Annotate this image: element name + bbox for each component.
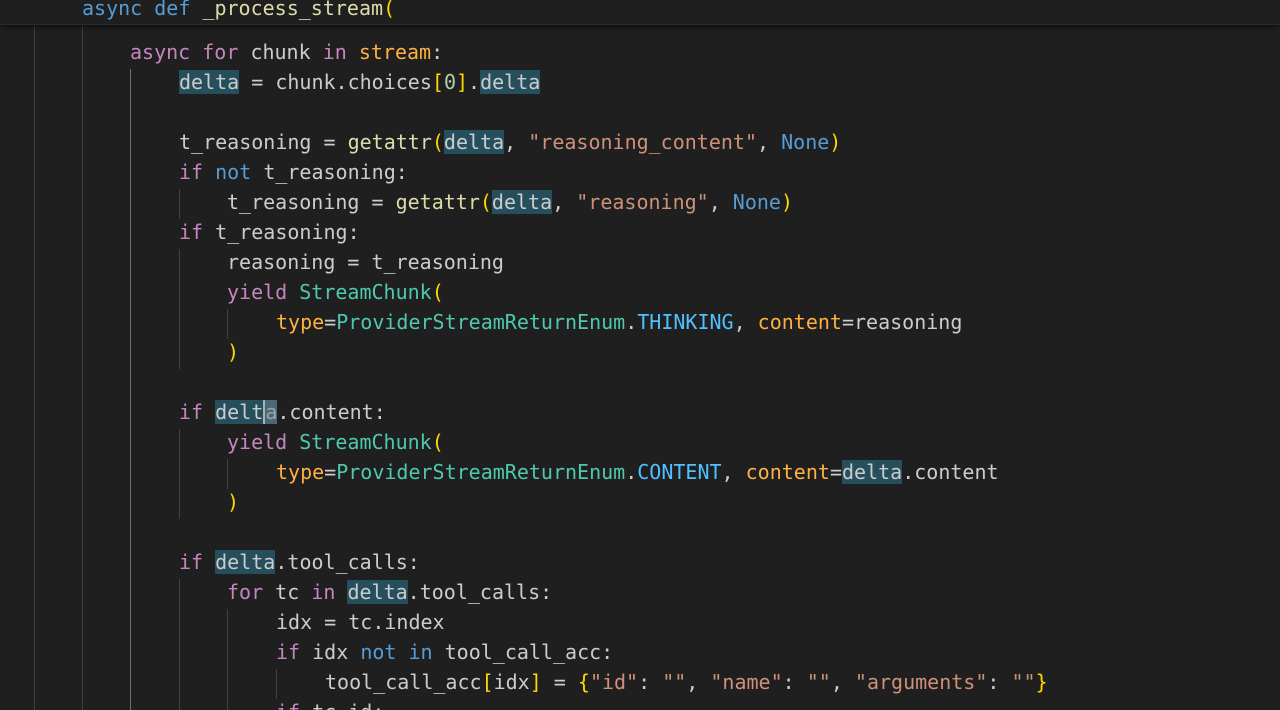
- keyword-not: not: [360, 640, 397, 664]
- string-literal: "": [1011, 670, 1036, 694]
- code-line[interactable]: if not t_reasoning:: [179, 157, 408, 187]
- code-line[interactable]: delta = chunk.choices[0].delta: [179, 67, 541, 97]
- string-literal: "arguments": [854, 670, 988, 694]
- indent-guide: [179, 189, 180, 219]
- keyword-if: if: [179, 220, 204, 244]
- indent-guide: [179, 429, 180, 519]
- keyword-yield: yield: [227, 430, 288, 454]
- variable-delta: delta: [443, 130, 505, 154]
- string-literal: "": [662, 670, 687, 694]
- open-paren: (: [383, 0, 396, 20]
- keyword-async: async: [82, 0, 143, 20]
- code-line[interactable]: reasoning = t_reasoning: [227, 247, 504, 277]
- indent-guide: [34, 24, 35, 710]
- class-enum: ProviderStreamReturnEnum: [336, 310, 626, 334]
- keyword-def: def: [154, 0, 191, 20]
- string-literal: "id": [589, 670, 639, 694]
- code-line[interactable]: async for chunk in stream:: [130, 37, 443, 67]
- sticky-scroll-header[interactable]: async def _process_stream(: [0, 0, 1280, 25]
- keyword-not: not: [215, 160, 252, 184]
- code-line[interactable]: if delt a.content:: [179, 397, 386, 427]
- keyword-if: if: [179, 400, 204, 424]
- indent-guide: [82, 24, 83, 710]
- variable-delta: delta: [841, 460, 903, 484]
- none-literal: None: [732, 190, 781, 214]
- code-line[interactable]: if delta.tool_calls:: [179, 547, 420, 577]
- keyword-argument: type: [276, 310, 325, 334]
- keyword-in: in: [322, 40, 347, 64]
- variable-delta: delta: [179, 70, 240, 94]
- variable: t_reasoning: [179, 130, 312, 154]
- variable-delta: delta: [491, 190, 553, 214]
- code-line[interactable]: t_reasoning = getattr(delta, "reasoning"…: [227, 187, 793, 217]
- string-literal: "reasoning_content": [528, 130, 758, 154]
- indent-guide: [179, 579, 180, 710]
- sticky-function-signature[interactable]: async def _process_stream(: [82, 0, 395, 23]
- parameter-stream: stream: [358, 40, 432, 64]
- keyword-for: for: [202, 40, 239, 64]
- class-enum: ProviderStreamReturnEnum: [336, 460, 626, 484]
- code-line[interactable]: yield StreamChunk(: [227, 427, 444, 457]
- string-literal: "": [806, 670, 831, 694]
- variable-delta: delta: [215, 550, 276, 574]
- enum-constant: CONTENT: [637, 460, 722, 484]
- code-line[interactable]: ): [227, 337, 239, 367]
- function-getattr: getattr: [347, 130, 432, 154]
- variable-delta: delt: [215, 400, 264, 424]
- code-line[interactable]: yield StreamChunk(: [227, 277, 444, 307]
- indent-guide: [227, 459, 228, 489]
- code-line[interactable]: idx = tc.index: [276, 607, 445, 637]
- function-name: _process_stream: [202, 0, 384, 20]
- keyword-yield: yield: [227, 280, 288, 304]
- indent-guide: [276, 669, 277, 699]
- function-getattr: getattr: [395, 190, 480, 214]
- code-line[interactable]: if tc.id:: [276, 697, 384, 710]
- keyword-if: if: [276, 640, 301, 664]
- code-line[interactable]: tool_call_acc[idx] = {"id": "", "name": …: [325, 667, 1048, 697]
- keyword-argument: type: [276, 460, 325, 484]
- code-line[interactable]: if t_reasoning:: [179, 217, 360, 247]
- enum-constant: THINKING: [637, 310, 734, 334]
- keyword-if: if: [276, 700, 300, 710]
- keyword-if: if: [179, 160, 204, 184]
- text-cursor: a: [263, 400, 278, 424]
- string-literal: "name": [710, 670, 783, 694]
- keyword-for: for: [227, 580, 264, 604]
- keyword-async: async: [130, 40, 191, 64]
- code-editor[interactable]: async for chunk in stream: delta = chunk…: [0, 24, 1280, 710]
- number-literal: 0: [443, 70, 456, 94]
- code-line[interactable]: t_reasoning = getattr(delta, "reasoning_…: [179, 127, 841, 157]
- string-literal: "reasoning": [576, 190, 709, 214]
- code-line[interactable]: for tc in delta.tool_calls:: [227, 577, 552, 607]
- indent-guide: [179, 249, 180, 369]
- variable-delta: delta: [347, 580, 408, 604]
- class-streamchunk: StreamChunk: [299, 430, 432, 454]
- indent-guide: [227, 309, 228, 339]
- indent-guide-active: [130, 69, 131, 710]
- keyword-argument: content: [757, 310, 842, 334]
- code-line[interactable]: if idx not in tool_call_acc:: [276, 637, 613, 667]
- class-streamchunk: StreamChunk: [299, 280, 432, 304]
- code-line[interactable]: ): [227, 487, 239, 517]
- code-line[interactable]: type=ProviderStreamReturnEnum.THINKING, …: [276, 307, 962, 337]
- variable: t_reasoning: [227, 190, 360, 214]
- keyword-in: in: [311, 580, 336, 604]
- keyword-argument: content: [745, 460, 830, 484]
- keyword-in: in: [408, 640, 433, 664]
- variable-chunk: chunk: [250, 40, 311, 64]
- code-line[interactable]: type=ProviderStreamReturnEnum.CONTENT, c…: [276, 457, 999, 487]
- none-literal: None: [781, 130, 830, 154]
- attribute-delta: delta: [480, 70, 541, 94]
- keyword-if: if: [179, 550, 204, 574]
- indent-guide: [227, 609, 228, 710]
